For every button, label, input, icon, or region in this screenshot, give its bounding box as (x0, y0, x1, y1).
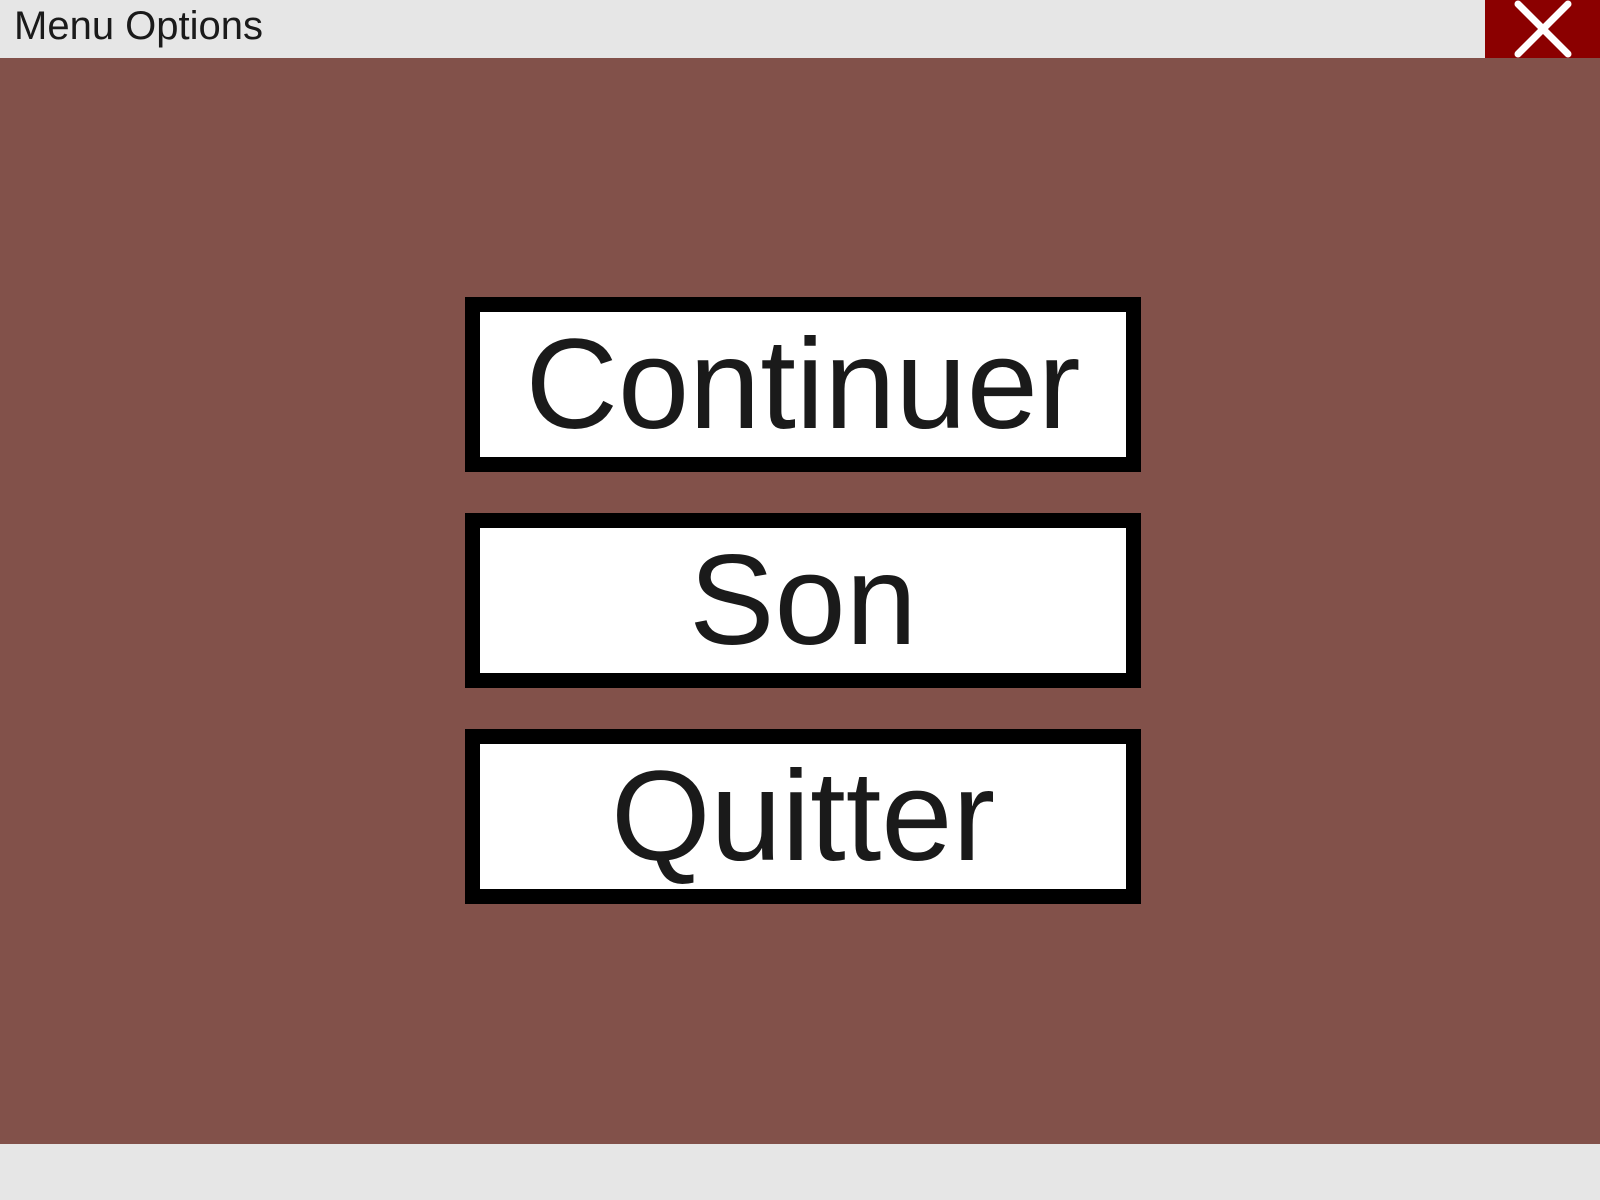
footer-bar (0, 1144, 1600, 1200)
continue-button[interactable]: Continuer (465, 297, 1141, 472)
menu-panel: Continuer Son Quitter (0, 58, 1600, 1144)
quit-button[interactable]: Quitter (465, 729, 1141, 904)
sound-button[interactable]: Son (465, 513, 1141, 688)
close-button[interactable] (1485, 0, 1600, 58)
quit-button-label: Quitter (610, 744, 996, 888)
title-bar: Menu Options (0, 0, 1600, 58)
close-x-icon (1514, 0, 1572, 58)
continue-button-label: Continuer (525, 312, 1081, 456)
window-title: Menu Options (14, 4, 264, 48)
sound-button-label: Son (689, 528, 917, 672)
